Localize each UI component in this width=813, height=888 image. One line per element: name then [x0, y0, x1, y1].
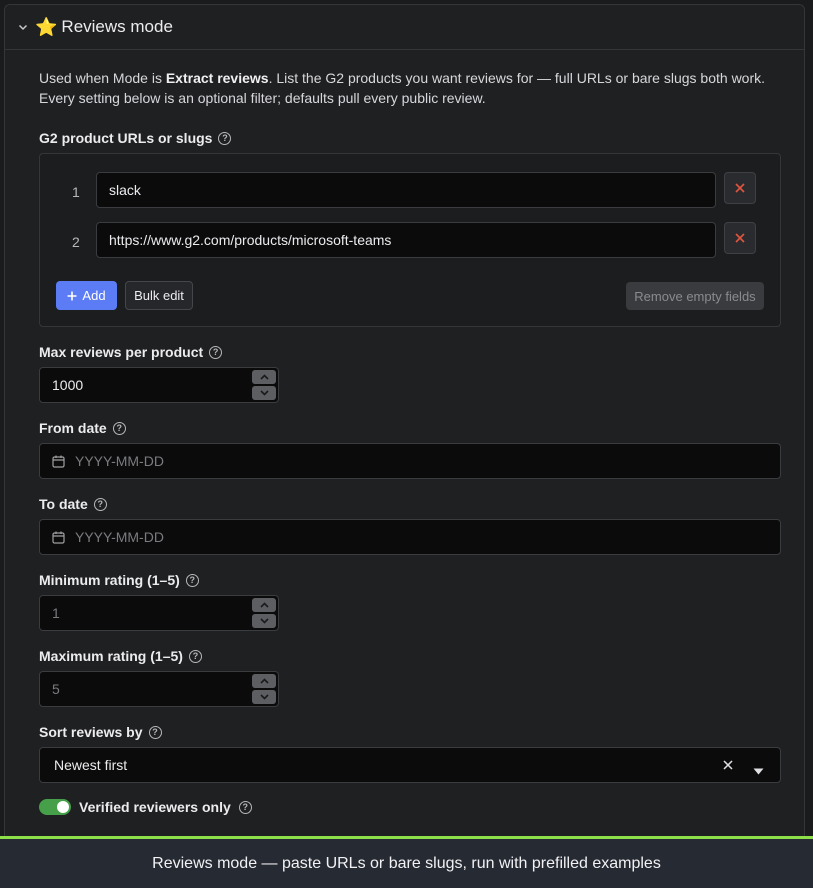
- sort-label: Sort reviews by ?: [39, 724, 162, 740]
- to-date-placeholder: YYYY-MM-DD: [75, 529, 164, 545]
- min-rating-input[interactable]: 1: [39, 595, 279, 631]
- increment-button[interactable]: [252, 674, 276, 688]
- reviews-mode-panel: ⭐ Reviews mode Used when Mode is Extract…: [4, 4, 805, 844]
- max-reviews-input[interactable]: 1000: [39, 367, 279, 403]
- description-mode-name: Extract reviews: [165, 70, 269, 86]
- number-stepper: [252, 674, 276, 704]
- chevron-down-icon: [259, 390, 269, 396]
- min-rating-label: Minimum rating (1–5) ?: [39, 572, 199, 588]
- product-input-1[interactable]: slack: [96, 172, 716, 208]
- section-description: Used when Mode is Extract reviews. List …: [39, 68, 769, 108]
- row-number: 1: [72, 184, 80, 200]
- calendar-icon: [52, 531, 65, 544]
- decrement-button[interactable]: [252, 614, 276, 628]
- remove-row-button[interactable]: [724, 222, 756, 254]
- increment-button[interactable]: [252, 598, 276, 612]
- product-input-2[interactable]: https://www.g2.com/products/microsoft-te…: [96, 222, 716, 258]
- to-date-label-text: To date: [39, 496, 88, 512]
- increment-button[interactable]: [252, 370, 276, 384]
- sort-label-text: Sort reviews by: [39, 724, 143, 740]
- star-icon: ⭐: [35, 17, 58, 37]
- verified-toggle[interactable]: [39, 799, 71, 815]
- chevron-up-icon: [259, 374, 269, 380]
- max-reviews-label: Max reviews per product ?: [39, 344, 223, 360]
- max-rating-label: Maximum rating (1–5) ?: [39, 648, 202, 664]
- products-list: 1 slack 2 https://www.g2.com/products/mi…: [39, 153, 781, 327]
- remove-empty-fields-button[interactable]: Remove empty fields: [626, 282, 764, 310]
- add-button-label: Add: [82, 288, 106, 303]
- from-date-label: From date ?: [39, 420, 126, 436]
- help-icon[interactable]: ?: [112, 421, 126, 435]
- max-rating-placeholder: 5: [52, 681, 60, 697]
- chevron-up-icon: [259, 602, 269, 608]
- help-icon[interactable]: ?: [238, 800, 252, 814]
- number-stepper: [252, 598, 276, 628]
- sort-selected-value: Newest first: [54, 757, 128, 773]
- decrement-button[interactable]: [252, 690, 276, 704]
- sort-select[interactable]: Newest first: [39, 747, 781, 783]
- number-stepper: [252, 370, 276, 400]
- to-date-input[interactable]: YYYY-MM-DD: [39, 519, 781, 555]
- min-rating-label-text: Minimum rating (1–5): [39, 572, 180, 588]
- row-number: 2: [72, 234, 80, 250]
- decrement-button[interactable]: [252, 386, 276, 400]
- section-title: Reviews mode: [61, 17, 173, 36]
- description-prefix: Used when Mode is: [39, 70, 166, 86]
- footer-caption-bar: Reviews mode — paste URLs or bare slugs,…: [0, 836, 813, 888]
- bulk-edit-label: Bulk edit: [134, 288, 184, 303]
- verified-label: Verified reviewers only: [79, 799, 231, 815]
- bulk-edit-button[interactable]: Bulk edit: [125, 281, 193, 310]
- from-date-placeholder: YYYY-MM-DD: [75, 453, 164, 469]
- chevron-down-icon: [259, 618, 269, 624]
- plus-icon: [67, 291, 77, 300]
- product-input-value: https://www.g2.com/products/microsoft-te…: [109, 232, 392, 248]
- chevron-up-icon: [259, 678, 269, 684]
- min-rating-placeholder: 1: [52, 605, 60, 621]
- help-icon[interactable]: ?: [93, 497, 107, 511]
- from-date-input[interactable]: YYYY-MM-DD: [39, 443, 781, 479]
- chevron-down-icon: [259, 694, 269, 700]
- max-rating-input[interactable]: 5: [39, 671, 279, 707]
- help-icon[interactable]: ?: [218, 131, 232, 145]
- verified-toggle-row: Verified reviewers only ?: [39, 799, 252, 815]
- products-label: G2 product URLs or slugs ?: [39, 130, 232, 146]
- help-icon[interactable]: ?: [188, 649, 202, 663]
- calendar-icon: [52, 455, 65, 468]
- caret-down-icon[interactable]: [753, 762, 764, 778]
- section-header[interactable]: ⭐ Reviews mode: [5, 5, 804, 50]
- help-icon[interactable]: ?: [209, 345, 223, 359]
- max-reviews-value: 1000: [52, 377, 84, 393]
- clear-icon[interactable]: [722, 758, 734, 774]
- from-date-label-text: From date: [39, 420, 107, 436]
- product-input-value: slack: [109, 182, 141, 198]
- max-reviews-label-text: Max reviews per product: [39, 344, 204, 360]
- chevron-down-icon[interactable]: [17, 21, 29, 33]
- close-icon: [735, 183, 745, 193]
- help-icon[interactable]: ?: [185, 573, 199, 587]
- close-icon: [735, 233, 745, 243]
- help-icon[interactable]: ?: [148, 725, 162, 739]
- max-rating-label-text: Maximum rating (1–5): [39, 648, 183, 664]
- products-label-text: G2 product URLs or slugs: [39, 130, 213, 146]
- remove-row-button[interactable]: [724, 172, 756, 204]
- footer-caption: Reviews mode — paste URLs or bare slugs,…: [152, 854, 661, 872]
- add-button[interactable]: Add: [56, 281, 117, 310]
- to-date-label: To date ?: [39, 496, 107, 512]
- remove-empty-label: Remove empty fields: [634, 288, 756, 304]
